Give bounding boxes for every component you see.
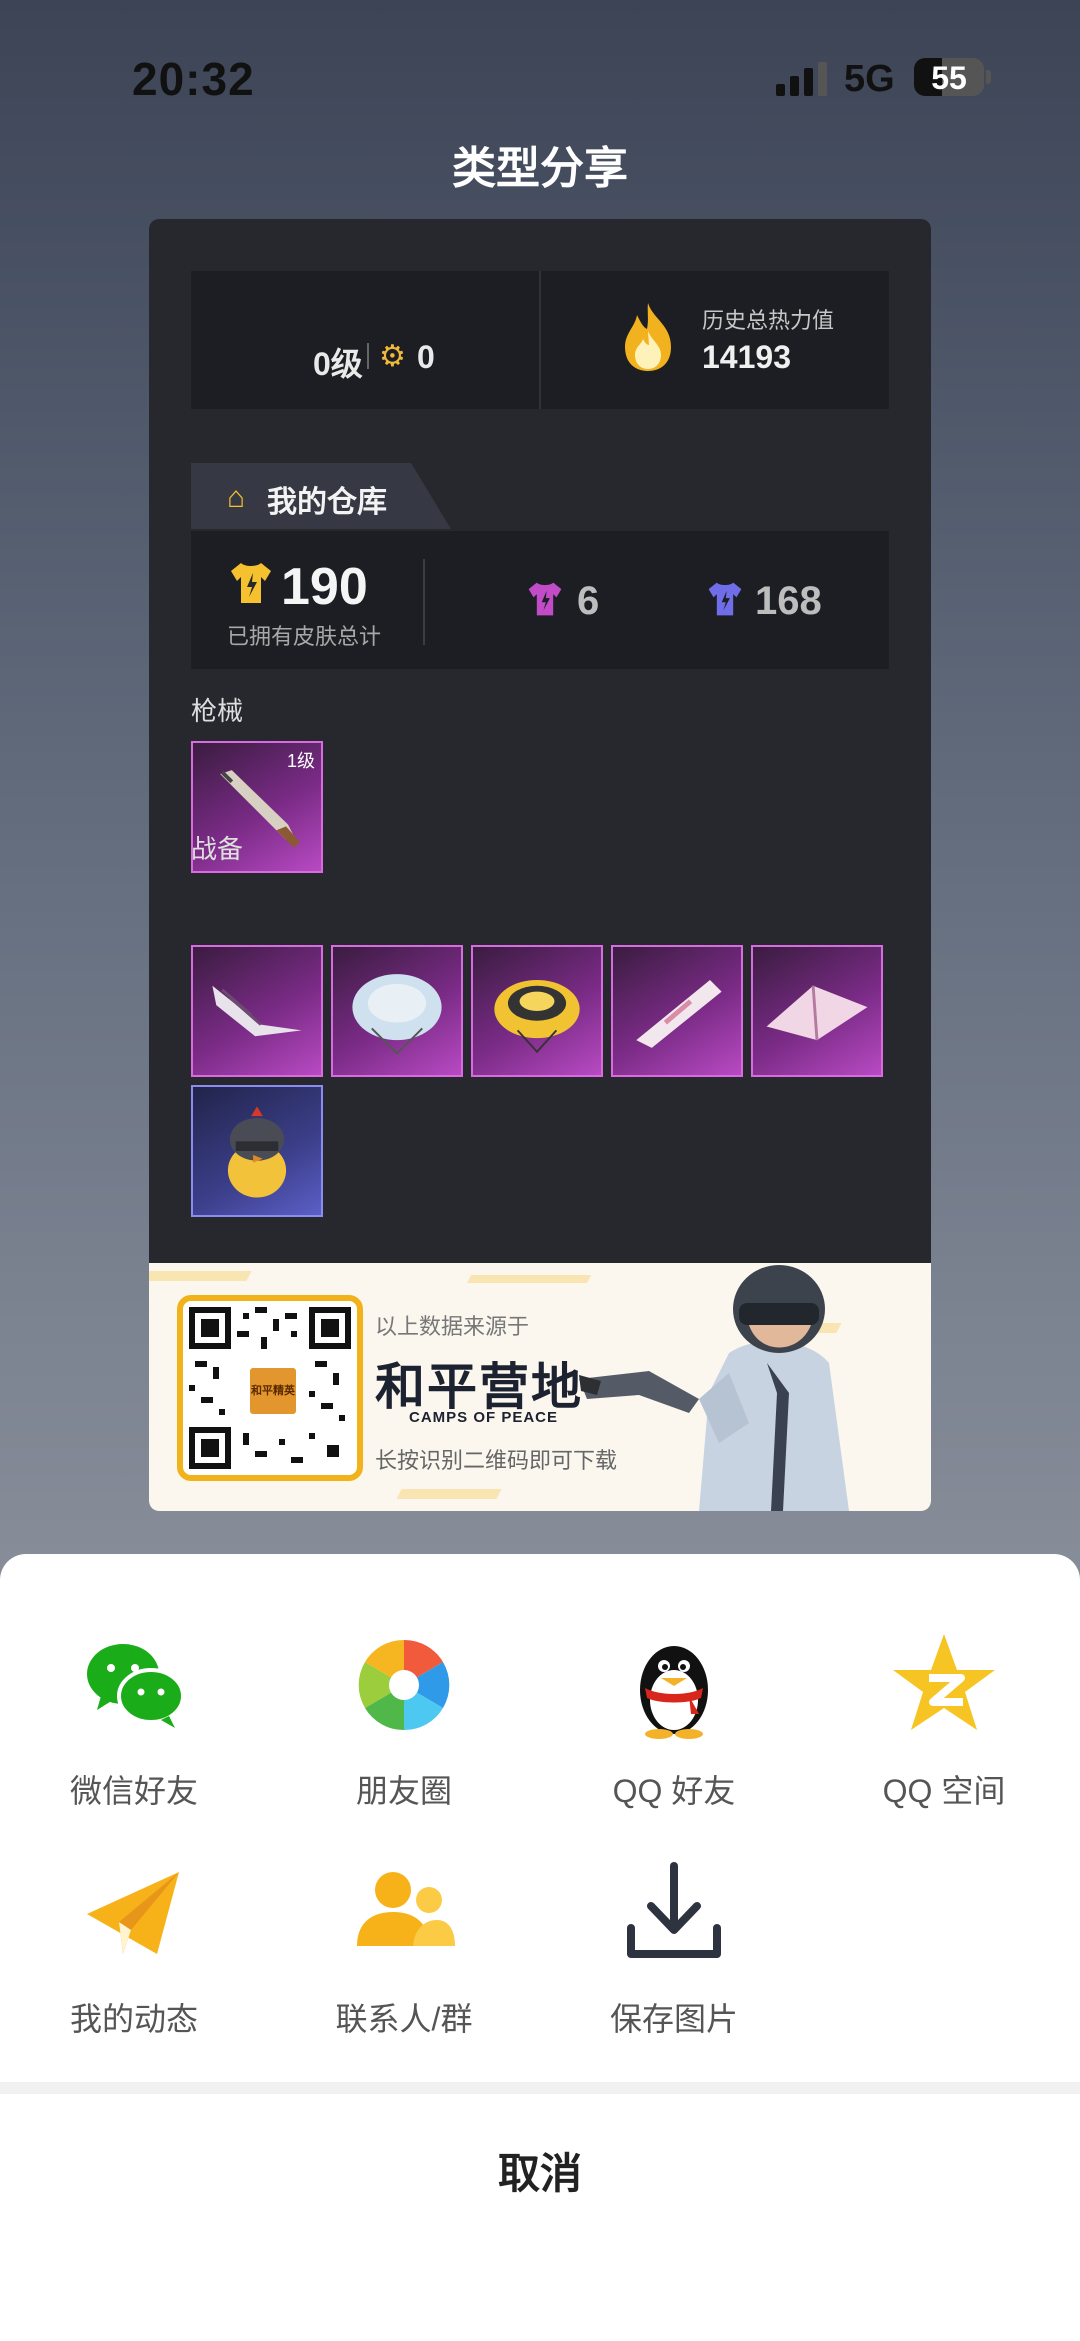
qzone-icon bbox=[893, 1634, 995, 1730]
network-label: 5G bbox=[844, 58, 895, 100]
parachute-gold-icon bbox=[494, 979, 580, 1054]
warehouse-title: 我的仓库 bbox=[267, 486, 387, 519]
gear-item-parachute-gold[interactable] bbox=[471, 945, 603, 1077]
heat-label: 历史总热力值 bbox=[702, 308, 835, 333]
skin-total-label: 已拥有皮肤总计 bbox=[227, 624, 382, 649]
paper-plane-icon bbox=[87, 1872, 179, 1954]
weapon-level: 1级 bbox=[286, 751, 315, 771]
share-contacts-button[interactable]: 联系人/群 bbox=[304, 1858, 504, 2040]
share-qq-button[interactable]: QQ 好友 bbox=[574, 1630, 774, 1812]
battery-level: 55 bbox=[931, 60, 967, 96]
wings-icon bbox=[212, 985, 302, 1037]
pink-glider-icon bbox=[766, 985, 868, 1041]
share-wechat-button[interactable]: 微信好友 bbox=[34, 1630, 234, 1812]
purple-skin-count: 6 bbox=[577, 579, 600, 623]
weapons-label: 枪械 bbox=[191, 696, 244, 726]
status-time: 20:32 bbox=[132, 53, 255, 105]
gear-label: 战备 bbox=[191, 834, 244, 864]
skin-blue-icon bbox=[708, 582, 742, 616]
qr-code[interactable]: 和平精英 bbox=[177, 1295, 363, 1481]
blue-skin-count: 168 bbox=[755, 579, 822, 623]
page-title: 类型分享 bbox=[452, 144, 628, 193]
share-label: 保存图片 bbox=[609, 2001, 738, 2037]
battery-icon: 55 bbox=[914, 58, 984, 96]
share-label: 我的动态 bbox=[69, 2001, 198, 2037]
skin-total: 190 bbox=[281, 558, 368, 616]
skin-gold-icon bbox=[231, 563, 271, 603]
skin-purple-icon bbox=[528, 582, 562, 616]
home-icon: ⌂ bbox=[227, 481, 246, 514]
download-icon bbox=[627, 1862, 721, 1958]
share-label: 朋友圈 bbox=[355, 1773, 452, 1809]
parachute-icon bbox=[352, 974, 442, 1056]
badge-count: 0 bbox=[417, 339, 435, 375]
share-qzone-button[interactable]: QQ 空间 bbox=[844, 1630, 1044, 1812]
gear-item-wings[interactable] bbox=[191, 945, 323, 1077]
share-my-moments-button[interactable]: 我的动态 bbox=[34, 1858, 234, 2040]
gear-item-parachute-blue[interactable] bbox=[331, 945, 463, 1077]
heat-value: 14193 bbox=[702, 339, 791, 375]
gear-item-chick[interactable] bbox=[191, 1085, 323, 1217]
gear-item-pink-glider[interactable] bbox=[751, 945, 883, 1077]
signal-icon bbox=[776, 62, 828, 96]
banner-source-text: 以上数据来源于 bbox=[375, 1314, 530, 1339]
player-level: 0级 bbox=[313, 346, 363, 382]
gear-item-glider[interactable] bbox=[611, 945, 743, 1077]
badge-icon: ⚙ bbox=[379, 340, 406, 373]
share-label: QQ 好友 bbox=[612, 1773, 736, 1809]
qq-icon bbox=[640, 1646, 708, 1739]
moments-icon bbox=[358, 1639, 450, 1731]
soldier-illustration bbox=[579, 1265, 849, 1511]
contacts-icon bbox=[357, 1872, 455, 1946]
save-image-button[interactable]: 保存图片 bbox=[574, 1858, 774, 2040]
share-label: 联系人/群 bbox=[335, 2001, 473, 2037]
share-moments-button[interactable]: 朋友圈 bbox=[304, 1630, 504, 1812]
download-banner: 和平精英 以上数据来源于 和平营地 CAMPS OF PEACE 长按识别二维码… bbox=[149, 1263, 931, 1511]
share-card: 0级 ⚙ 0 历史总热力值 14193 ⌂ 我的仓库 190 已拥有皮肤总计 6… bbox=[149, 219, 931, 1511]
share-label: 微信好友 bbox=[69, 1773, 198, 1809]
cancel-button[interactable]: 取消 bbox=[0, 2094, 1080, 2254]
camps-of-peace-subtitle: CAMPS OF PEACE bbox=[409, 1409, 559, 1426]
flame-icon bbox=[625, 303, 671, 371]
chick-helmet-icon bbox=[227, 1106, 287, 1198]
game-logo-icon: 和平精英 bbox=[247, 1365, 299, 1417]
glider-icon bbox=[636, 979, 722, 1048]
share-label: QQ 空间 bbox=[882, 1773, 1006, 1809]
wechat-icon bbox=[87, 1644, 185, 1728]
